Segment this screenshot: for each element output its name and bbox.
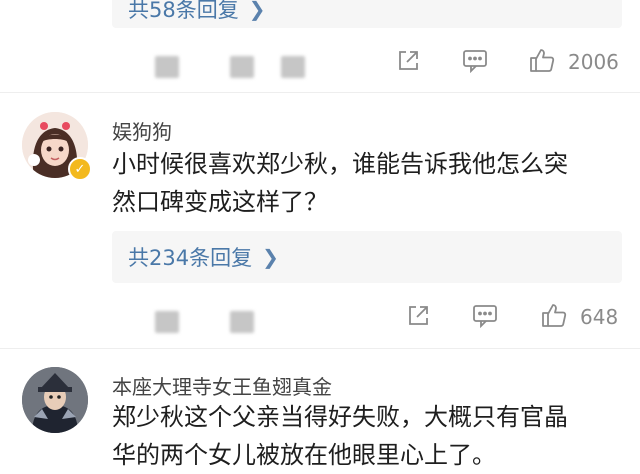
chevron-right-icon: ❯ [262, 245, 279, 269]
replies-label: 共58条回复 [128, 0, 239, 22]
blurred-item [281, 56, 305, 78]
share-icon[interactable] [406, 304, 430, 328]
like-count: 648 [580, 305, 619, 329]
divider [0, 348, 640, 349]
comment-text: 郑少秋这个父亲当得好失败，大概只有官晶 华的两个女儿被放在他眼里心上了。 [112, 398, 627, 474]
comment-icon[interactable] [462, 49, 488, 73]
comment-text-line: 小时候很喜欢郑少秋，谁能告诉我他怎么突 [112, 150, 568, 178]
replies-box[interactable]: 共234条回复 ❯ [112, 231, 622, 283]
blurred-item [155, 56, 179, 78]
comment-icon[interactable] [472, 304, 498, 328]
thumbs-up-icon[interactable] [540, 301, 568, 329]
share-icon[interactable] [396, 49, 420, 73]
verified-badge-icon: ✓ [68, 157, 92, 181]
blurred-item [230, 311, 254, 333]
comment-text-line: 华的两个女儿被放在他眼里心上了。 [112, 441, 496, 469]
comment-text-line: 然口碑变成这样了？ [112, 188, 328, 216]
divider [0, 92, 640, 93]
avatar[interactable] [22, 367, 88, 433]
like-count: 2006 [568, 50, 619, 74]
username[interactable]: 娱狗狗 [112, 116, 172, 145]
blurred-item [230, 56, 254, 78]
replies-box[interactable]: 共58条回复 ❯ [112, 0, 622, 28]
comment-text: 小时候很喜欢郑少秋，谁能告诉我他怎么突 然口碑变成这样了？ [112, 145, 627, 221]
username[interactable]: 本座大理寺女王鱼翅真金 [112, 371, 332, 400]
blurred-item [155, 311, 179, 333]
replies-label: 共234条回复 [128, 246, 253, 270]
chevron-right-icon: ❯ [248, 0, 266, 21]
thumbs-up-icon[interactable] [528, 46, 556, 74]
comment-text-line: 郑少秋这个父亲当得好失败，大概只有官晶 [112, 403, 568, 431]
